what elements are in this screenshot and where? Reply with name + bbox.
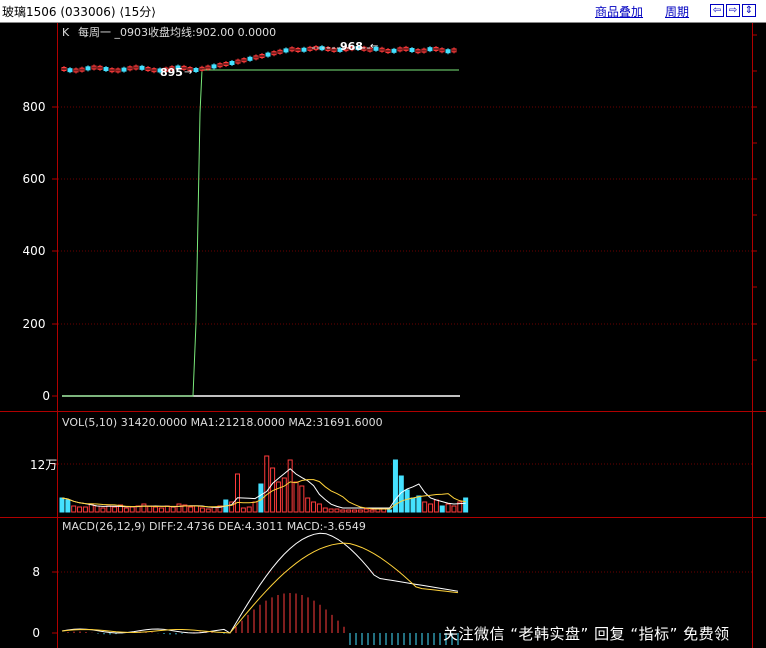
volume-bar [240,507,246,513]
candle-body [139,65,145,70]
volume-bar [205,508,211,513]
candlestick-series[interactable] [61,45,457,74]
volume-bar [281,477,287,513]
volume-bar [305,497,311,513]
y-tick-label: 0 [42,389,50,403]
candle-body [265,52,271,57]
volume-bar [100,507,106,513]
volume-bar [293,481,299,513]
volume-bar [59,497,65,513]
volume-bar [141,503,147,513]
high-arrow-icon: ← [370,41,378,52]
candle-body [67,68,73,73]
period-link[interactable]: 周期 [665,3,689,20]
price-legend-prefix: K [62,26,70,39]
volume-bar [252,501,258,513]
volume-bar [158,507,164,513]
volume-bar [246,506,252,513]
volume-bar [311,501,317,513]
scroll-left-icon[interactable]: ⇦ [710,4,724,17]
volume-bar [188,506,194,513]
volume-bar [322,507,328,513]
volume-bar [176,503,182,513]
volume-y-tick: 12万 [30,458,57,472]
volume-bar [387,509,393,513]
volume-bar [352,509,357,513]
volume-bar [106,505,112,513]
volume-bar [451,505,457,513]
macd-histogram[interactable] [62,593,459,645]
volume-bar [94,505,100,513]
low-price-annotation: 895 [160,66,183,79]
volume-bar [147,505,153,513]
volume-bar [328,508,334,513]
y-tick-label: 200 [23,317,46,331]
title-bar: 玻璃1506 (033006) ⟨15分⟩ 商品叠加 周期 ⇦ ⇨ ⇕ [0,0,766,23]
volume-bar [416,495,422,513]
volume-bar [129,506,135,513]
y-tick-label: 600 [23,172,46,186]
high-price-annotation: 968 [340,40,363,53]
volume-bar [287,459,293,513]
volume-bar [71,505,77,513]
watermark: 关注微信 “老韩实盘” 回复 “指标” 免费领 [443,625,730,643]
volume-bar [194,505,200,513]
candle-body [427,47,433,52]
volume-bar [123,507,129,513]
candle-body [283,48,289,53]
volume-bar [422,501,428,513]
volume-bar [363,508,369,513]
expand-icon[interactable]: ⇕ [742,4,756,17]
volume-bar [369,509,375,513]
volume-bar [235,473,240,513]
volume-bar [299,485,305,513]
macd-y-tick: 0 [32,626,40,640]
chart-canvas[interactable]: 800 600 400 200 0 K 每周一 _0903收盘均线:902.00… [0,23,766,648]
candle-body [103,67,109,72]
volume-bar [410,497,416,513]
volume-bar [316,503,322,513]
price-legend: 每周一 _0903收盘均线:902.00 0.0000 [78,25,276,39]
candle-body [193,68,199,72]
volume-bar [170,506,176,513]
candle-body [211,64,217,69]
candle-body [445,49,451,54]
candle-body [247,56,253,61]
candle-body [301,47,307,52]
price-grid [58,106,752,325]
volume-bar [445,503,451,513]
macd-y-tick: 8 [32,565,40,579]
volume-bar [428,503,434,513]
y-tick-label: 800 [23,100,46,114]
candle-body [121,67,127,72]
volume-bar [334,508,340,513]
volume-bar [77,506,83,513]
low-arrow-icon: → [184,67,192,78]
volume-bar [346,509,352,513]
volume-legend: VOL(5,10) 31420.0000 MA1:21218.0000 MA2:… [62,416,383,429]
volume-bar [82,506,88,513]
candle-body [409,48,415,53]
volume-bar [433,499,439,513]
window-title: 玻璃1506 (033006) ⟨15分⟩ [2,5,156,19]
volume-bar [275,481,281,513]
volume-bar [65,499,71,513]
volume-bar [463,497,469,513]
volume-bar [439,505,445,513]
ma-line [62,69,459,397]
product-overlay-link[interactable]: 商品叠加 [595,3,643,20]
volume-bar [112,506,118,513]
macd-legend: MACD(26,12,9) DIFF:2.4736 DEA:4.3011 MAC… [62,520,366,533]
volume-bar [404,489,410,513]
volume-bar [199,507,205,513]
price-y-axis: 800 600 400 200 0 [23,100,57,403]
volume-bar [340,509,346,513]
candle-body [391,48,397,53]
scroll-right-icon[interactable]: ⇨ [726,4,740,17]
y-tick-label: 400 [23,244,46,258]
candle-body [229,61,235,65]
volume-bar [153,506,159,513]
candle-body [85,66,91,71]
volume-bar [357,509,363,513]
